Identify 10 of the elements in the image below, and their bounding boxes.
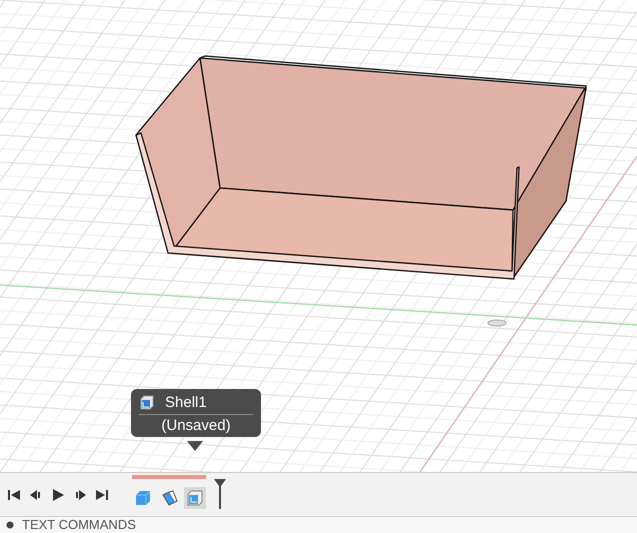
play-button[interactable] <box>50 486 66 502</box>
text-commands-label[interactable]: TEXT COMMANDS <box>22 517 136 533</box>
shell-feature-button[interactable] <box>184 486 206 508</box>
tooltip-pointer-icon <box>187 441 203 451</box>
shell-feature-icon <box>139 394 155 410</box>
tooltip-status: (Unsaved) <box>160 416 232 434</box>
expand-dot-icon <box>6 521 14 529</box>
tooltip-title: Shell1 <box>165 394 207 411</box>
timeline-marker-icon[interactable] <box>214 479 226 509</box>
origin-icon <box>488 320 506 326</box>
